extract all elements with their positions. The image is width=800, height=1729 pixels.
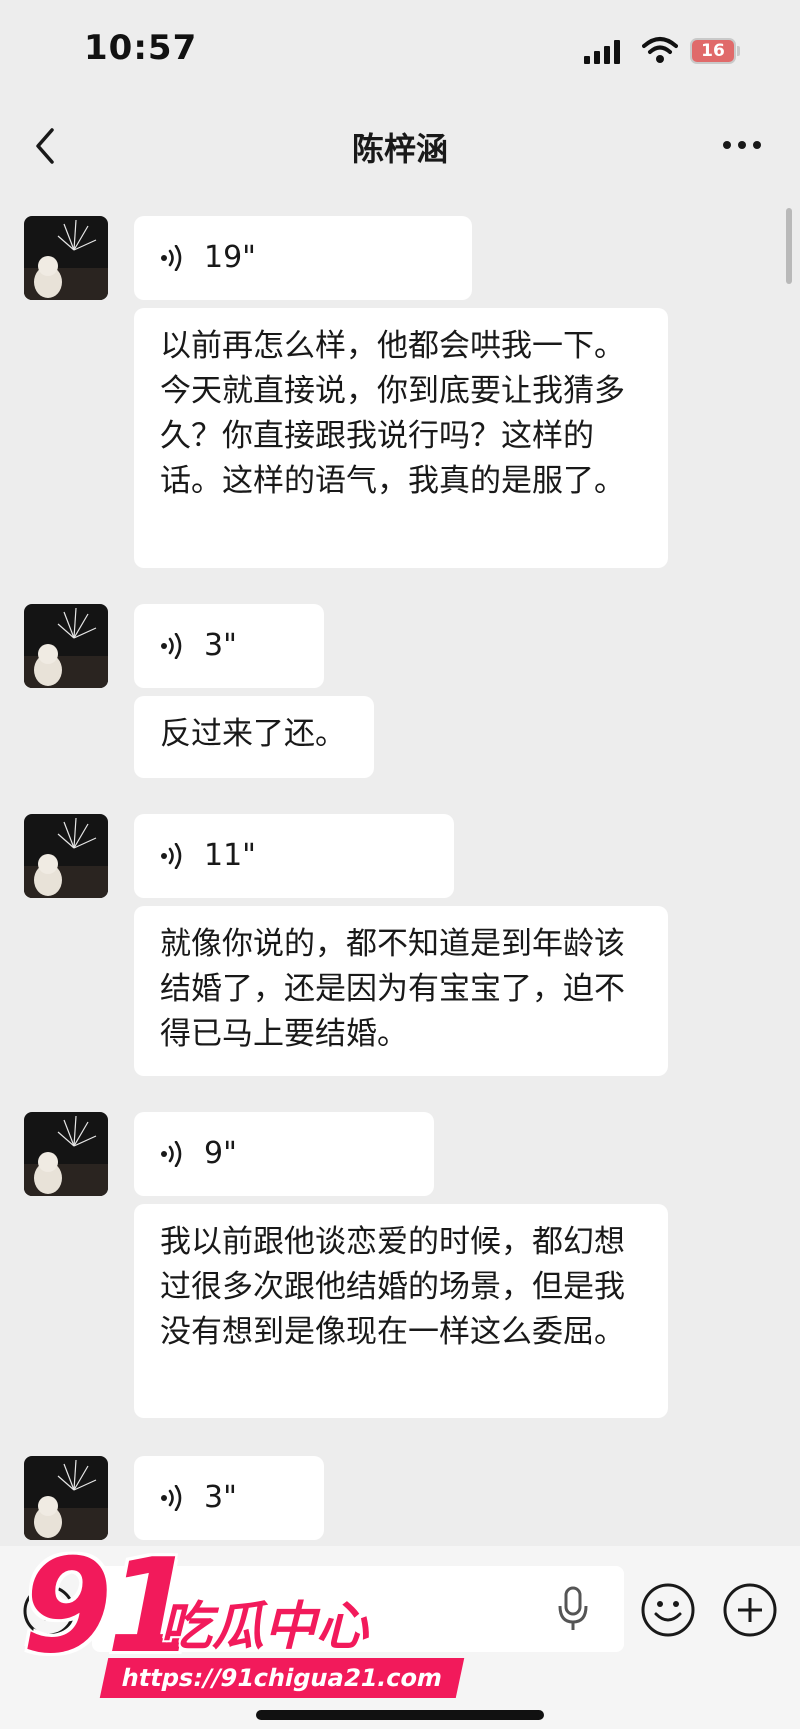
message-bubble[interactable]: 就像你说的，都不知道是到年龄该结婚了，还是因为有宝宝了，迫不得已马上要结婚。 <box>134 906 668 1076</box>
chat-title: 陈梓涵 <box>351 130 448 168</box>
voice-message[interactable]: 3" <box>134 604 324 688</box>
voice-wave-icon <box>161 1141 182 1167</box>
emoji-icon[interactable] <box>640 1582 696 1638</box>
voice-wave-icon <box>161 843 182 869</box>
voice-duration: 11" <box>204 838 256 873</box>
scrollbar[interactable] <box>786 208 792 284</box>
voice-duration: 3" <box>204 628 237 663</box>
voice-wave-icon <box>161 245 182 271</box>
avatar[interactable] <box>24 1112 108 1196</box>
avatar[interactable] <box>24 604 108 688</box>
message-bubble[interactable]: 反过来了还。 <box>134 696 374 778</box>
watermark-logo: 91 吃瓜中心 https://91chigua21.com <box>22 1530 465 1715</box>
battery-indicator: 16 <box>690 38 736 64</box>
avatar[interactable] <box>24 216 108 300</box>
avatar-image <box>24 1112 108 1196</box>
microphone-icon[interactable] <box>556 1586 590 1632</box>
voice-wave-icon <box>161 1485 182 1511</box>
plus-icon[interactable] <box>722 1582 778 1638</box>
voice-duration: 3" <box>204 1480 237 1515</box>
battery-tip <box>737 46 740 56</box>
avatar[interactable] <box>24 814 108 898</box>
avatar-image <box>24 604 108 688</box>
avatar[interactable] <box>24 1456 108 1540</box>
voice-message[interactable]: 3" <box>134 1456 324 1540</box>
watermark-text: 吃瓜中心 <box>160 1597 369 1657</box>
more-dots-icon[interactable] <box>722 140 762 150</box>
voice-wave-icon <box>161 633 182 659</box>
avatar-image <box>24 216 108 300</box>
voice-message[interactable]: 11" <box>134 814 454 898</box>
voice-message[interactable]: 19" <box>134 216 472 300</box>
message-bubble[interactable]: 以前再怎么样，他都会哄我一下。今天就直接说，你到底要让我猜多久？你直接跟我说行吗… <box>134 308 668 568</box>
wifi-icon <box>642 37 678 63</box>
avatar-image <box>24 1456 108 1540</box>
watermark-url: https://91chigua21.com <box>99 1658 465 1698</box>
voice-message[interactable]: 9" <box>134 1112 434 1196</box>
message-bubble[interactable]: 我以前跟他谈恋爱的时候，都幻想过很多次跟他结婚的场景，但是我没有想到是像现在一样… <box>134 1204 668 1418</box>
cellular-signal-icon <box>584 40 620 64</box>
avatar-image <box>24 814 108 898</box>
status-time: 10:57 <box>84 28 198 68</box>
voice-duration: 9" <box>204 1136 237 1171</box>
chat-header: 陈梓涵 <box>0 104 800 188</box>
status-bar: 10:57 16 <box>0 0 800 104</box>
voice-duration: 19" <box>204 240 256 275</box>
